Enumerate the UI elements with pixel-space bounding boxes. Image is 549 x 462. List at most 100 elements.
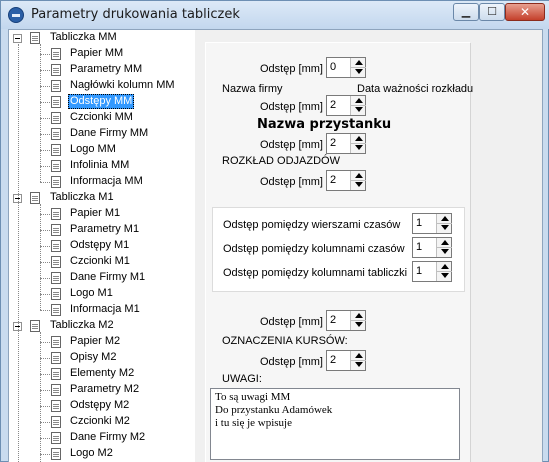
maximize-icon: ☐ bbox=[487, 6, 497, 18]
table-column-spacing-label: Odstęp pomiędzy kolumnami tabliczki bbox=[223, 267, 408, 279]
arrow-down-icon[interactable] bbox=[441, 249, 449, 254]
arrow-up-icon[interactable] bbox=[441, 264, 449, 269]
spinner-value: 1 bbox=[416, 217, 423, 229]
tree-node-item[interactable]: Parametry MM bbox=[9, 62, 189, 78]
tree-node-label: Parametry M1 bbox=[70, 223, 140, 235]
tree-node-item[interactable]: Logo M1 bbox=[9, 286, 189, 302]
tree-node-item[interactable]: Dane Firmy M1 bbox=[9, 270, 189, 286]
tree-node-item[interactable]: Dane Firmy M2 bbox=[9, 430, 189, 446]
arrow-up-icon[interactable] bbox=[355, 313, 363, 318]
odstep-spinner-1[interactable]: 0 bbox=[326, 57, 366, 78]
arrow-down-icon[interactable] bbox=[355, 362, 363, 367]
tree-node-label: Papier M2 bbox=[70, 335, 121, 347]
close-button[interactable]: ✕ bbox=[505, 3, 545, 21]
tree-node-item[interactable]: Dane Firmy MM bbox=[9, 126, 189, 142]
document-icon bbox=[51, 80, 61, 92]
tree-node-item[interactable]: Elementy M2 bbox=[9, 366, 189, 382]
odstep-spinner-5[interactable]: 2 bbox=[326, 310, 366, 331]
odstep-spinner-3[interactable]: 2 bbox=[326, 133, 366, 154]
document-icon bbox=[30, 192, 40, 204]
arrow-up-icon[interactable] bbox=[355, 136, 363, 141]
tree-node-group[interactable]: Tabliczka M2 bbox=[9, 318, 189, 334]
spinner-value: 1 bbox=[416, 241, 423, 253]
document-icon bbox=[51, 64, 61, 76]
notes-line: To są uwagi MM bbox=[215, 391, 291, 403]
minimize-button[interactable]: ▁ bbox=[453, 3, 479, 21]
maximize-button[interactable]: ☐ bbox=[479, 3, 505, 21]
tree-node-label: Czcionki M2 bbox=[70, 415, 130, 427]
tree-node-label: Czcionki M1 bbox=[70, 255, 130, 267]
arrow-down-icon[interactable] bbox=[355, 69, 363, 74]
tree-node-item[interactable]: Odstępy M1 bbox=[9, 238, 189, 254]
tree-node-label: Elementy M2 bbox=[70, 367, 135, 379]
settings-tree[interactable]: Tabliczka MM Papier MM Parametry MM Nagłówk… bbox=[9, 30, 189, 462]
odstep-spinner-6[interactable]: 2 bbox=[326, 350, 366, 371]
odstep-label: Odstęp [mm] bbox=[260, 356, 323, 368]
tree-node-item[interactable]: Czcionki M1 bbox=[9, 254, 189, 270]
document-icon bbox=[51, 416, 61, 428]
document-icon bbox=[30, 32, 40, 44]
arrow-up-icon[interactable] bbox=[355, 98, 363, 103]
spacing-form: Odstęp [mm] 0 Nazwa firmy Data ważności … bbox=[205, 42, 474, 462]
table-column-spacing-spinner[interactable]: 1 bbox=[412, 261, 452, 282]
tree-node-label: Infolinia MM bbox=[70, 159, 130, 171]
notes-textarea[interactable]: To są uwagi MM Do przystanku Adamówek i … bbox=[210, 388, 460, 460]
arrow-up-icon[interactable] bbox=[355, 353, 363, 358]
tree-node-item[interactable]: Opisy M2 bbox=[9, 350, 189, 366]
document-icon bbox=[51, 272, 61, 284]
tree-node-item[interactable]: Logo M2 bbox=[9, 446, 189, 462]
arrow-down-icon[interactable] bbox=[355, 107, 363, 112]
tree-node-group[interactable]: Tabliczka M1 bbox=[9, 190, 189, 206]
odstep-spinner-2[interactable]: 2 bbox=[326, 95, 366, 116]
tree-node-group[interactable]: Tabliczka MM bbox=[9, 30, 189, 46]
tree-node-label: Tabliczka M2 bbox=[50, 319, 114, 331]
arrow-down-icon[interactable] bbox=[441, 273, 449, 278]
tree-node-label: Tabliczka MM bbox=[50, 31, 117, 43]
tree-node-item[interactable]: Papier M1 bbox=[9, 206, 189, 222]
odstep-spinner-4[interactable]: 2 bbox=[326, 170, 366, 191]
tree-node-item[interactable]: Informacja M1 bbox=[9, 302, 189, 318]
tree-node-item[interactable]: Czcionki MM bbox=[9, 110, 189, 126]
tree-node-item[interactable]: Parametry M2 bbox=[9, 382, 189, 398]
title-bar[interactable]: Parametry drukowania tabliczek ▁ ☐ ✕ bbox=[1, 1, 549, 29]
arrow-up-icon[interactable] bbox=[441, 240, 449, 245]
validity-date-label: Data ważności rozkładu bbox=[357, 83, 474, 95]
row-spacing-label: Odstęp pomiędzy wierszami czasów bbox=[223, 219, 401, 231]
arrow-up-icon[interactable] bbox=[355, 173, 363, 178]
time-column-spacing-spinner[interactable]: 1 bbox=[412, 237, 452, 258]
tree-node-label: Papier MM bbox=[70, 47, 124, 59]
document-icon bbox=[51, 160, 61, 172]
document-icon bbox=[51, 448, 61, 460]
document-icon bbox=[51, 336, 61, 348]
client-area: Tabliczka MM Papier MM Parametry MM Nagłówk… bbox=[8, 29, 543, 462]
document-icon bbox=[51, 432, 61, 444]
tree-node-label: Odstępy M2 bbox=[70, 399, 130, 411]
tree-node-label: Logo M2 bbox=[70, 447, 113, 459]
arrow-down-icon[interactable] bbox=[355, 145, 363, 150]
row-spacing-spinner[interactable]: 1 bbox=[412, 213, 452, 234]
document-icon bbox=[51, 400, 61, 412]
tree-node-item[interactable]: Informacja MM bbox=[9, 174, 189, 190]
tree-node-label-selected: Odstępy MM bbox=[68, 94, 135, 109]
tree-node-item[interactable]: Parametry M1 bbox=[9, 222, 189, 238]
tree-node-item[interactable]: Logo MM bbox=[9, 142, 189, 158]
tree-node-item[interactable]: Papier M2 bbox=[9, 334, 189, 350]
tree-node-label: Tabliczka M1 bbox=[50, 191, 114, 203]
arrow-down-icon[interactable] bbox=[355, 322, 363, 327]
notes-label: UWAGI: bbox=[222, 373, 262, 385]
tree-node-item[interactable]: Odstępy MM bbox=[9, 94, 189, 110]
arrow-down-icon[interactable] bbox=[355, 182, 363, 187]
document-icon bbox=[51, 240, 61, 252]
tree-node-item[interactable]: Infolinia MM bbox=[9, 158, 189, 174]
odstep-label: Odstęp [mm] bbox=[260, 139, 323, 151]
tree-node-item[interactable]: Odstępy M2 bbox=[9, 398, 189, 414]
arrow-up-icon[interactable] bbox=[441, 216, 449, 221]
trip-markings-label: OZNACZENIA KURSÓW: bbox=[222, 335, 348, 347]
tree-node-item[interactable]: Czcionki M2 bbox=[9, 414, 189, 430]
arrow-down-icon[interactable] bbox=[441, 225, 449, 230]
tree-node-item[interactable]: Papier MM bbox=[9, 46, 189, 62]
arrow-up-icon[interactable] bbox=[355, 60, 363, 65]
tree-node-label: Opisy M2 bbox=[70, 351, 117, 363]
tree-node-item[interactable]: Nagłówki kolumn MM bbox=[9, 78, 189, 94]
collapse-icon[interactable] bbox=[13, 34, 22, 43]
